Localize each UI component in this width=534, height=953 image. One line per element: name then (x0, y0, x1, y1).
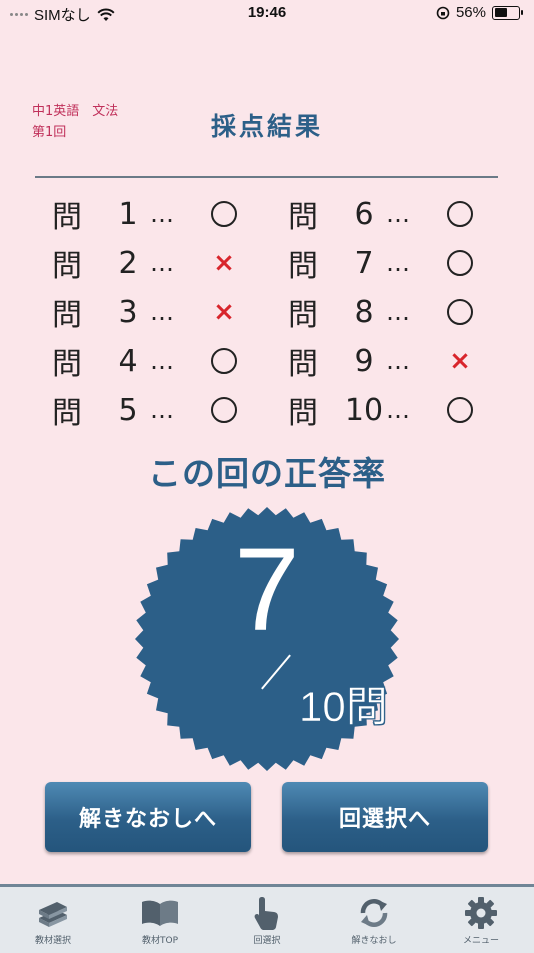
circle-icon (447, 250, 473, 276)
correct-mark-icon (440, 243, 480, 283)
open-book-icon (142, 900, 178, 926)
accuracy-title: この回の正答率 (148, 454, 386, 493)
question-number: 7 (354, 245, 374, 281)
books-icon (39, 902, 67, 927)
question-label: 問 (52, 396, 82, 431)
review-button[interactable]: 解きなおしへ (45, 782, 251, 852)
question-number: 5 (118, 392, 138, 428)
result-row: 問 8 … (288, 290, 480, 334)
circle-icon (447, 201, 473, 227)
result-row: 問 6 … (288, 192, 480, 236)
results-grid: 問 1… 問 2… × 問 3… × 問 4… 問 5… 問 6… 問 7… 問 8… 問 9… × 問 10… (52, 192, 492, 437)
ellipsis: … (150, 396, 176, 424)
tab-round-select[interactable]: 回選択 (214, 895, 320, 951)
status-bar: SIMなし 19:46 56% (0, 0, 534, 28)
ellipsis: … (386, 396, 412, 424)
question-label: 問 (52, 200, 82, 235)
circle-icon (447, 299, 473, 325)
cross-icon: × (213, 248, 235, 278)
gear-icon (465, 897, 497, 929)
tab-label: 教材TOP (141, 936, 178, 946)
tab-label: 回選択 (253, 936, 281, 946)
question-label: 問 (288, 298, 318, 333)
question-number: 4 (118, 343, 138, 379)
question-label: 問 (288, 396, 318, 431)
score-total: 10問 (299, 683, 388, 731)
page-title: 採点結果 (210, 112, 323, 141)
question-label: 問 (288, 200, 318, 235)
question-number: 6 (354, 196, 374, 232)
score-seal: 7 10問 (133, 505, 401, 773)
question-number: 10 (344, 392, 384, 428)
cross-icon: × (213, 297, 235, 327)
correct-mark-icon (440, 390, 480, 430)
question-number: 9 (354, 343, 374, 379)
score-correct: 7 (234, 524, 300, 656)
tab-material-select[interactable]: 教材選択 (0, 895, 106, 951)
question-number: 2 (118, 245, 138, 281)
correct-mark-icon (204, 341, 244, 381)
refresh-icon (360, 899, 388, 927)
circle-icon (211, 397, 237, 423)
result-row: 問 5 … (52, 388, 244, 432)
ellipsis: … (150, 200, 176, 228)
tab-bar: 教材選択 教材TOP 回選択 解きなおし メニュー (0, 884, 534, 953)
result-row: 問 4 … (52, 339, 244, 383)
status-right: 56% (436, 4, 523, 21)
ellipsis: … (150, 298, 176, 326)
ellipsis: … (386, 347, 412, 375)
ellipsis: … (386, 298, 412, 326)
result-row: 問 9 … × (288, 339, 480, 383)
circle-icon (211, 201, 237, 227)
rotation-lock-icon (436, 6, 450, 19)
result-row: 問 1 … (52, 192, 244, 236)
correct-mark-icon (204, 390, 244, 430)
tab-label: メニュー (462, 936, 499, 946)
result-row: 問 10… (288, 388, 480, 432)
ellipsis: … (150, 347, 176, 375)
question-number: 8 (354, 294, 374, 330)
result-row: 問 3 … × (52, 290, 244, 334)
tab-label: 教材選択 (34, 936, 71, 946)
battery-percent: 56% (455, 4, 486, 21)
incorrect-mark-icon: × (204, 243, 244, 283)
question-label: 問 (52, 347, 82, 382)
cross-icon: × (449, 346, 471, 376)
pointing-hand-icon (254, 897, 278, 930)
result-row: 問 7 … (288, 241, 480, 285)
tab-menu[interactable]: メニュー (428, 895, 534, 951)
battery-icon (492, 5, 523, 20)
question-label: 問 (288, 347, 318, 382)
incorrect-mark-icon: × (440, 341, 480, 381)
question-label: 問 (52, 249, 82, 284)
ellipsis: … (150, 249, 176, 277)
question-label: 問 (52, 298, 82, 333)
circle-icon (211, 348, 237, 374)
question-label: 問 (288, 249, 318, 284)
question-number: 1 (118, 196, 138, 232)
correct-mark-icon (204, 194, 244, 234)
correct-mark-icon (440, 292, 480, 332)
divider (35, 176, 498, 178)
question-number: 3 (118, 294, 138, 330)
correct-mark-icon (440, 194, 480, 234)
ellipsis: … (386, 249, 412, 277)
tab-redo[interactable]: 解きなおし (321, 895, 427, 951)
tab-material-top[interactable]: 教材TOP (107, 895, 213, 951)
incorrect-mark-icon: × (204, 292, 244, 332)
select-round-button[interactable]: 回選択へ (282, 782, 488, 852)
circle-icon (447, 397, 473, 423)
tab-label: 解きなおし (351, 936, 397, 946)
battery-fill (494, 8, 508, 17)
ellipsis: … (386, 200, 412, 228)
result-row: 問 2 … × (52, 241, 244, 285)
